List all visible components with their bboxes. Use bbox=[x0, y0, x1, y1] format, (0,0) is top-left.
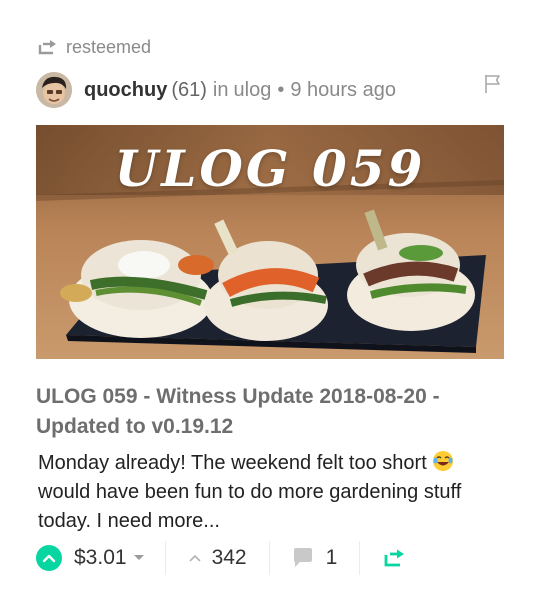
post-excerpt[interactable]: Monday already! The weekend felt too sho… bbox=[38, 449, 488, 536]
votes-icon bbox=[188, 555, 201, 562]
resteemed-row: resteemed bbox=[38, 36, 151, 58]
author-line: quochuy (61) in ulog • 9 hours ago bbox=[84, 79, 396, 102]
in-label: in bbox=[212, 78, 229, 101]
comment-icon bbox=[293, 548, 312, 567]
payout-value[interactable]: $3.01 bbox=[74, 546, 127, 570]
reblog-icon bbox=[384, 549, 405, 567]
resteemed-label: resteemed bbox=[66, 36, 152, 57]
author-row: quochuy (61) in ulog • 9 hours ago bbox=[36, 72, 506, 108]
post-time[interactable]: 9 hours ago bbox=[290, 79, 396, 102]
thumbnail-overlay-text: ULOG 059 bbox=[114, 139, 426, 198]
votes-count: 342 bbox=[211, 546, 247, 569]
reblog-button[interactable] bbox=[360, 549, 430, 567]
upvote-icon bbox=[42, 554, 56, 563]
post-footer: $3.01 342 1 bbox=[36, 540, 504, 576]
post-card: resteemed quochuy (61) in ulog • 9 hours… bbox=[0, 0, 540, 599]
votes-count-button[interactable]: 342 bbox=[166, 546, 269, 570]
post-title[interactable]: ULOG 059 - Witness Update 2018-08-20 - U… bbox=[36, 382, 504, 442]
laughing-face-emoji bbox=[433, 451, 454, 471]
upvote-button[interactable] bbox=[36, 545, 62, 571]
separator-dot: • bbox=[277, 78, 285, 101]
chevron-down-icon[interactable] bbox=[133, 554, 145, 562]
reblog-icon bbox=[38, 40, 56, 55]
flag-icon bbox=[485, 75, 500, 93]
avatar[interactable] bbox=[36, 72, 72, 108]
post-thumbnail[interactable]: ULOG 059 bbox=[36, 125, 504, 359]
flag-button[interactable] bbox=[484, 74, 506, 96]
author-name-link[interactable]: quochuy bbox=[84, 79, 167, 102]
community-link[interactable]: ulog bbox=[234, 79, 272, 102]
comments-button[interactable]: 1 bbox=[270, 546, 360, 570]
reputation-score: (61) bbox=[171, 78, 207, 101]
excerpt-text-2: would have been fun to do more gardening… bbox=[38, 481, 462, 532]
excerpt-text-1: Monday already! The weekend felt too sho… bbox=[38, 452, 433, 474]
comments-count: 1 bbox=[325, 546, 338, 569]
